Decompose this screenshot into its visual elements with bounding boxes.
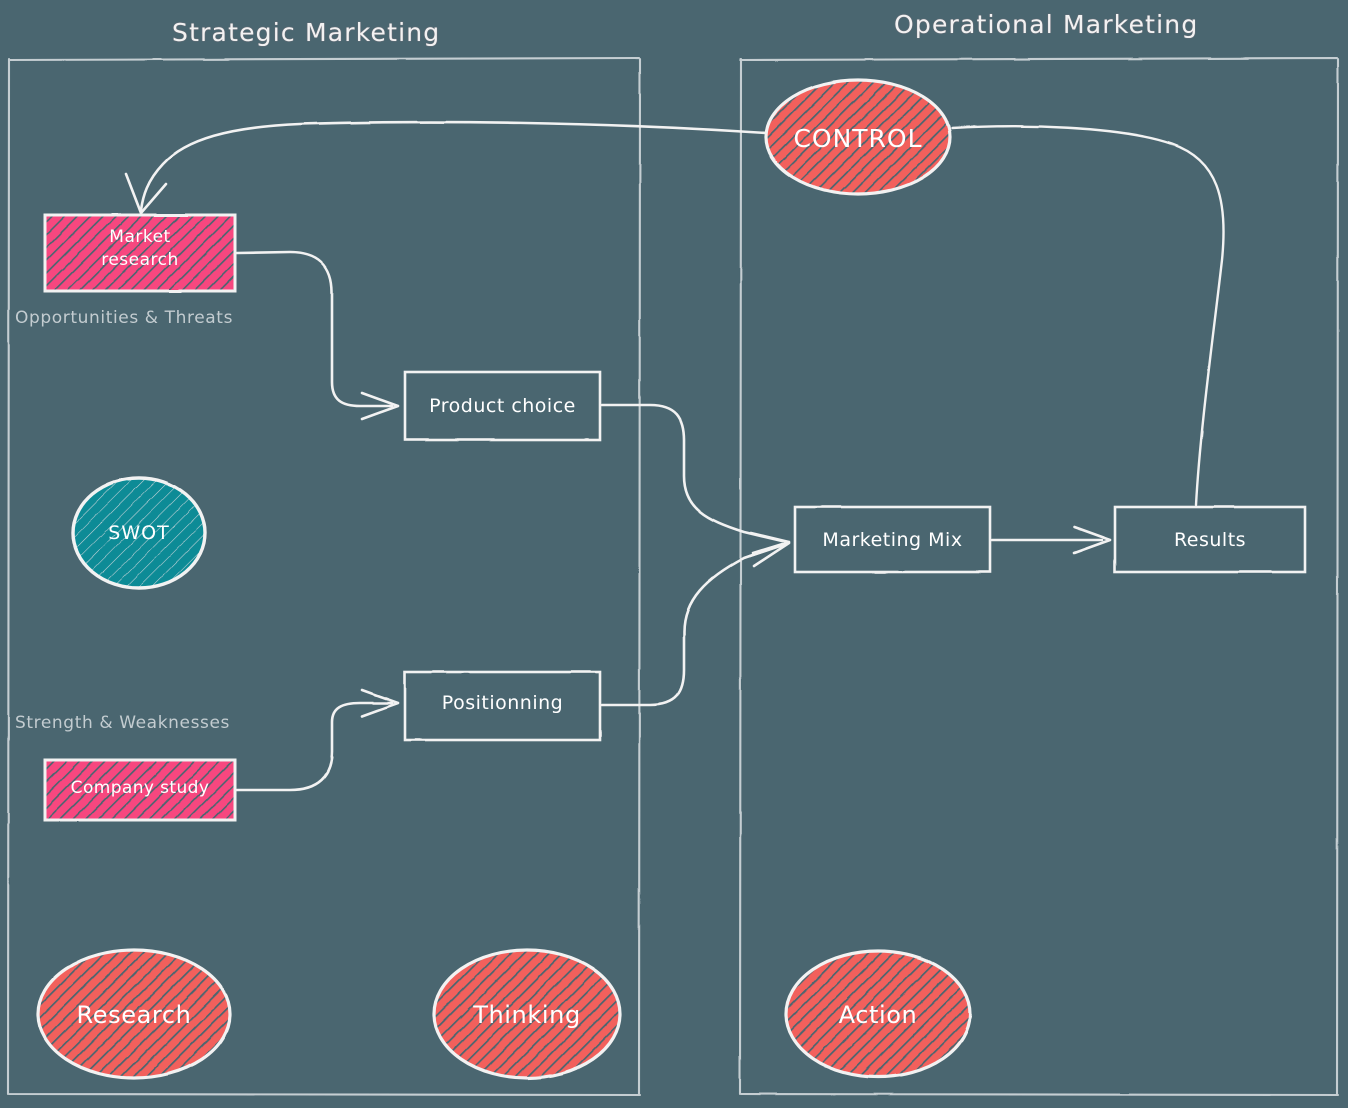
node-research[interactable] bbox=[36, 948, 232, 1080]
edge-marketing-mix-to-results[interactable] bbox=[990, 525, 1112, 555]
node-results[interactable] bbox=[1113, 505, 1307, 574]
frame-title-operational-marketing: Operational Marketing bbox=[894, 10, 1199, 39]
edge-company-study-to-positionning[interactable] bbox=[235, 688, 400, 792]
node-control[interactable] bbox=[764, 78, 952, 196]
node-product-choice[interactable] bbox=[403, 370, 602, 442]
node-positionning[interactable] bbox=[403, 670, 602, 742]
edge-positionning-to-marketing-mix[interactable] bbox=[600, 541, 791, 707]
frame-title-strategic-marketing: Strategic Marketing bbox=[172, 18, 441, 47]
edge-label-strength-weaknesses: Strength & Weaknesses bbox=[15, 713, 230, 733]
node-marketing-mix[interactable] bbox=[793, 505, 992, 574]
node-swot[interactable] bbox=[71, 476, 207, 590]
edge-results-to-control[interactable] bbox=[950, 125, 1225, 507]
frame-operational-marketing[interactable] bbox=[738, 56, 1340, 1097]
edge-product-choice-to-marketing-mix[interactable] bbox=[600, 403, 791, 555]
node-thinking[interactable] bbox=[432, 948, 622, 1080]
node-company-study[interactable] bbox=[43, 758, 237, 822]
edge-control-to-market-research[interactable] bbox=[124, 120, 768, 215]
diagram-svg bbox=[6, 56, 1340, 1097]
diagram-canvas: Strategic Marketing Operational Marketin… bbox=[0, 0, 1348, 1108]
edge-label-opportunities-threats: Opportunities & Threats bbox=[15, 308, 234, 328]
node-market-research[interactable] bbox=[43, 213, 237, 293]
node-action[interactable] bbox=[784, 949, 972, 1079]
edge-market-research-to-product-choice[interactable] bbox=[235, 250, 400, 421]
